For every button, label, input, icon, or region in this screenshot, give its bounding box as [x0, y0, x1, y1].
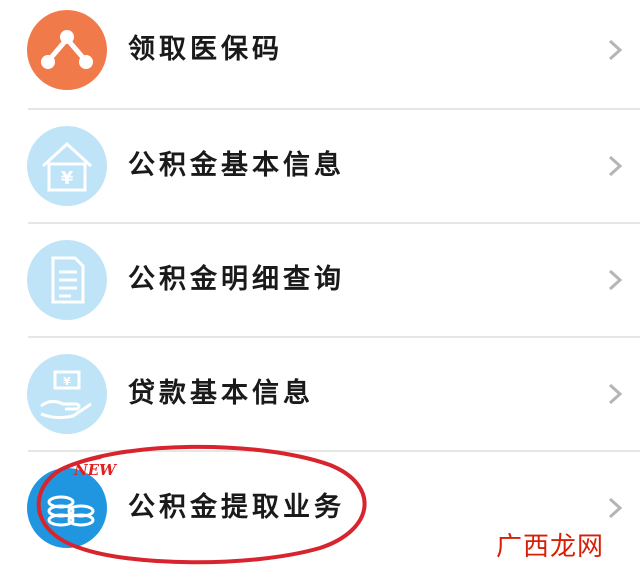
menu-item-loan-basic-info[interactable]: ¥ 贷款基本信息 [0, 338, 640, 450]
menu-item-label: 公积金明细查询 [128, 264, 345, 295]
chevron-right-icon [608, 497, 623, 519]
watermark: 广西龙网 [495, 532, 604, 562]
chevron-right-icon [608, 155, 623, 177]
app-screen: 领取医保码 ¥ 公积金基本信息 公积金明细查询 ¥ 贷款基本信息 公积金提取业务… [0, 0, 640, 572]
menu-item-label: 领取医保码 [128, 34, 283, 65]
chevron-right-icon [608, 269, 623, 291]
hand-money-icon: ¥ [27, 354, 107, 434]
svg-text:¥: ¥ [61, 168, 74, 189]
document-icon [27, 240, 107, 320]
chevron-right-icon [608, 383, 623, 405]
chevron-right-icon [608, 39, 623, 61]
svg-text:¥: ¥ [63, 375, 71, 388]
share-nodes-icon [27, 10, 107, 90]
menu-item-medical-code[interactable]: 领取医保码 [0, 0, 640, 106]
house-yen-icon: ¥ [27, 126, 107, 206]
menu-item-label: 贷款基本信息 [128, 378, 314, 409]
new-badge: NEW [74, 461, 116, 479]
coin-stack-icon [27, 468, 107, 548]
menu-item-fund-detail-query[interactable]: 公积金明细查询 [0, 224, 640, 336]
menu-item-label: 公积金提取业务 [128, 492, 345, 523]
menu-item-fund-basic-info[interactable]: ¥ 公积金基本信息 [0, 110, 640, 222]
menu-item-label: 公积金基本信息 [128, 150, 345, 181]
